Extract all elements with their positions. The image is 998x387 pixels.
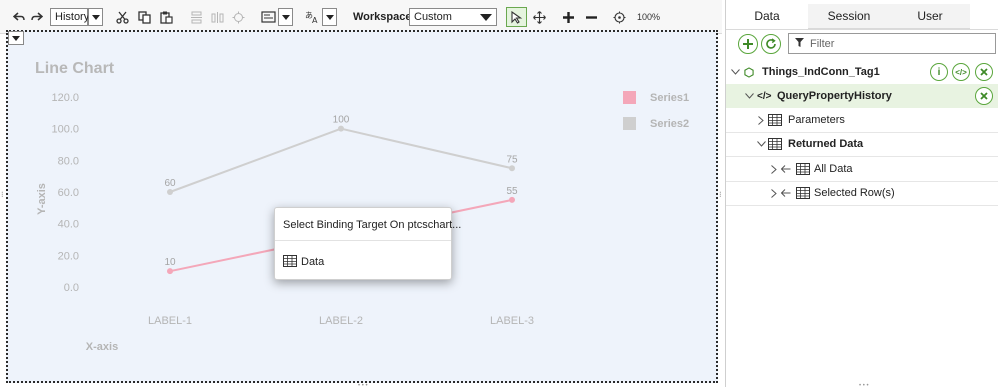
tab-user-label: User bbox=[917, 9, 943, 23]
legend-swatch bbox=[623, 117, 636, 130]
tree-row-all-data[interactable]: All Data bbox=[726, 157, 998, 181]
tree-row-service[interactable]: </> QueryPropertyHistory bbox=[726, 84, 998, 108]
data-label: 100 bbox=[333, 115, 350, 126]
add-data-icon[interactable] bbox=[738, 34, 758, 54]
data-label: 75 bbox=[506, 154, 518, 165]
binding-target-popup: Select Binding Target On ptcschart... Da… bbox=[274, 207, 461, 280]
returned-data-label: Returned Data bbox=[788, 138, 864, 150]
chevron-down-icon[interactable] bbox=[730, 67, 740, 77]
chevron-right-icon[interactable] bbox=[769, 164, 779, 174]
data-label: 10 bbox=[164, 257, 176, 268]
data-point bbox=[509, 165, 515, 172]
y-tick-label: 20.0 bbox=[58, 250, 79, 262]
tab-session-label: Session bbox=[827, 9, 871, 23]
panel-tabs: Data Session User bbox=[726, 4, 998, 29]
y-tick-label: 100.0 bbox=[51, 124, 79, 136]
code-icon[interactable]: </> bbox=[952, 63, 970, 81]
filter-field[interactable] bbox=[788, 33, 996, 54]
legend-swatch bbox=[623, 91, 636, 104]
right-panel: Data Session User Things_IndConn_Tag1 bbox=[725, 0, 998, 387]
x-tick-label: LABEL-2 bbox=[319, 315, 363, 327]
chevron-right-icon[interactable] bbox=[769, 188, 779, 198]
popup-divider bbox=[275, 240, 451, 241]
popup-title: Select Binding Target On ptcschart... bbox=[283, 219, 462, 231]
x-tick-label: LABEL-3 bbox=[490, 315, 534, 327]
refresh-icon[interactable] bbox=[761, 34, 781, 54]
table-icon bbox=[283, 254, 297, 270]
chart-title: Line Chart bbox=[35, 60, 115, 77]
series-line-series2 bbox=[169, 127, 513, 193]
tree-row-thing[interactable]: Things_IndConn_Tag1 i </> bbox=[726, 60, 998, 84]
mashup-builder: History あA Workspace Custom 100% ⁝ ⁝ • •… bbox=[0, 0, 998, 387]
data-point bbox=[167, 268, 173, 275]
filter-input[interactable] bbox=[810, 37, 990, 50]
chevron-down-icon[interactable] bbox=[756, 139, 766, 149]
selected-rows-label: Selected Row(s) bbox=[814, 187, 895, 199]
table-icon bbox=[796, 187, 810, 199]
data-point bbox=[338, 125, 344, 132]
tree-row-parameters[interactable]: Parameters bbox=[726, 108, 998, 132]
table-icon bbox=[768, 114, 782, 126]
legend-label: Series1 bbox=[650, 92, 689, 104]
line-chart[interactable]: Line Chart 120.0 100.0 80.0 60.0 40.0 20.0 0.0 Y… bbox=[0, 0, 722, 387]
tabs-divider bbox=[726, 29, 998, 30]
y-tick-label: 60.0 bbox=[58, 187, 79, 199]
chevron-right-icon[interactable] bbox=[756, 115, 766, 125]
parameters-label: Parameters bbox=[788, 114, 845, 126]
data-point bbox=[509, 196, 515, 203]
tree-row-selected-rows[interactable]: Selected Row(s) bbox=[726, 181, 998, 205]
service-code-icon: </> bbox=[757, 90, 772, 102]
table-icon bbox=[796, 163, 810, 175]
data-label: 60 bbox=[164, 178, 176, 189]
chevron-down-icon[interactable] bbox=[744, 91, 754, 101]
binding-arrow-icon bbox=[781, 164, 791, 174]
info-icon[interactable]: i bbox=[930, 63, 948, 81]
popup-item-label: Data bbox=[301, 256, 325, 268]
all-data-label: All Data bbox=[814, 163, 853, 175]
data-label: 55 bbox=[506, 186, 518, 197]
y-tick-label: 40.0 bbox=[58, 219, 79, 231]
binding-arrow-icon bbox=[781, 188, 791, 198]
tree-divider bbox=[726, 205, 998, 206]
y-tick-label: 120.0 bbox=[51, 92, 79, 104]
x-tick-label: LABEL-1 bbox=[148, 315, 192, 327]
data-point bbox=[167, 189, 173, 195]
table-icon bbox=[768, 138, 782, 150]
service-label: QueryPropertyHistory bbox=[777, 90, 892, 102]
thing-label: Things_IndConn_Tag1 bbox=[762, 66, 880, 78]
tab-session[interactable]: Session bbox=[808, 4, 890, 29]
tree-row-returned-data[interactable]: Returned Data bbox=[726, 132, 998, 156]
tab-data[interactable]: Data bbox=[726, 4, 808, 29]
y-axis-label: Y-axis bbox=[36, 183, 48, 215]
close-icon[interactable] bbox=[975, 63, 993, 81]
panel-bottom-handle[interactable]: • • • bbox=[859, 383, 869, 387]
y-tick-label: 0.0 bbox=[64, 282, 79, 294]
y-tick-label: 80.0 bbox=[58, 155, 79, 167]
tab-user[interactable]: User bbox=[890, 4, 970, 29]
thing-icon bbox=[744, 66, 754, 78]
tab-data-label: Data bbox=[754, 9, 780, 23]
popup-item-data[interactable]: Data bbox=[283, 254, 443, 270]
filter-icon bbox=[795, 37, 804, 50]
close-icon[interactable] bbox=[975, 87, 993, 105]
x-axis-label: X-axis bbox=[86, 341, 118, 353]
legend-label: Series2 bbox=[650, 118, 689, 130]
